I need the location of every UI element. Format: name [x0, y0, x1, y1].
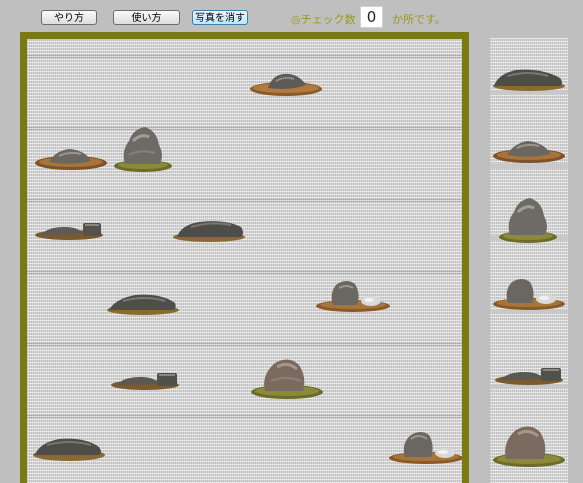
rock-garden-stones [33, 73, 462, 464]
palette-stone-4[interactable] [493, 279, 565, 310]
garden-stone-9[interactable] [251, 359, 323, 399]
garden-stone-7[interactable] [316, 281, 390, 312]
garden-stone-4[interactable] [35, 223, 103, 240]
rock-garden-frame [20, 32, 469, 483]
palette-stone-1[interactable] [493, 69, 565, 91]
garden-stone-1[interactable] [250, 73, 322, 96]
palette-stone-3[interactable] [499, 198, 557, 243]
garden-stone-11[interactable] [389, 432, 462, 464]
palette-stones [493, 69, 565, 467]
palette-stone-2[interactable] [493, 141, 565, 163]
rock-garden-canvas[interactable] [27, 39, 462, 483]
garden-stone-10[interactable] [33, 438, 105, 461]
garden-stone-5[interactable] [173, 221, 245, 242]
usage-button[interactable]: 使い方 [113, 10, 180, 25]
palette-stone-6[interactable] [493, 426, 565, 467]
check-count-label: ◎チェック数 [291, 13, 356, 26]
stone-palette [490, 38, 568, 483]
garden-stone-3[interactable] [114, 127, 172, 172]
how-to-play-button[interactable]: やり方 [41, 10, 97, 25]
check-count-box: 0 [360, 6, 383, 28]
palette-stone-5[interactable] [495, 368, 563, 385]
garden-stone-6[interactable] [107, 294, 179, 315]
garden-stone-2[interactable] [35, 149, 107, 170]
garden-stone-8[interactable] [111, 373, 179, 390]
check-count-suffix: か所です。 [392, 13, 446, 26]
clear-photo-button[interactable]: 写真を消す [192, 10, 248, 25]
